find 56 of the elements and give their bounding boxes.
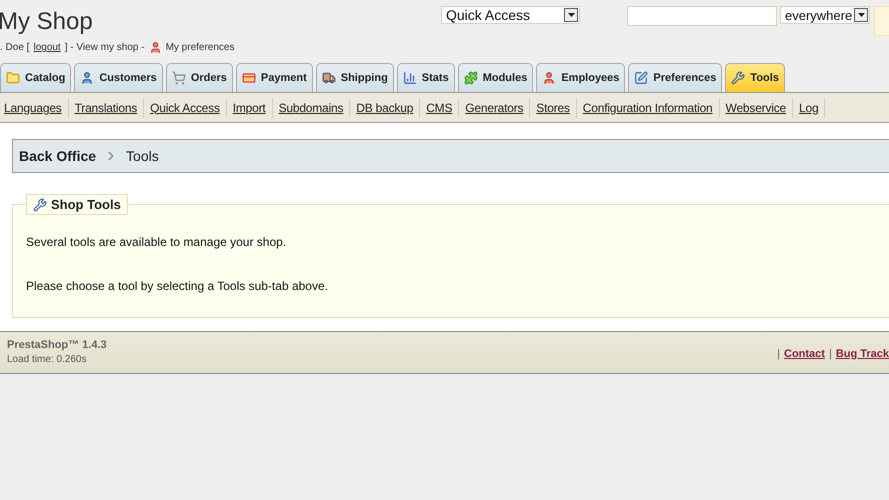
person-icon bbox=[542, 71, 556, 85]
footer-link[interactable]: Contact bbox=[784, 348, 825, 360]
subtab-link[interactable]: Configuration Information bbox=[576, 98, 720, 118]
nav-tab[interactable]: Catalog bbox=[0, 63, 72, 92]
folder-icon bbox=[6, 71, 20, 85]
subtab-link[interactable]: CMS bbox=[420, 98, 460, 118]
shop-title: My Shop bbox=[0, 8, 94, 37]
footer-link[interactable]: Bug Track bbox=[836, 348, 889, 360]
nav-tab[interactable]: Orders bbox=[166, 63, 233, 92]
quick-access-select[interactable]: Quick Access bbox=[441, 6, 580, 24]
bar-chart-icon bbox=[402, 71, 417, 85]
wrench-icon bbox=[731, 71, 746, 85]
nav-tab[interactable]: Payment bbox=[236, 63, 313, 92]
version-text: PrestaShop™ 1.4.3 bbox=[7, 339, 107, 351]
caret-icon bbox=[564, 8, 578, 22]
card-icon bbox=[242, 71, 256, 85]
subtab-link[interactable]: Stores bbox=[530, 98, 577, 118]
subtab-link[interactable]: Quick Access bbox=[144, 98, 227, 118]
search-scope-select[interactable]: everywhere bbox=[780, 6, 870, 24]
subtab-link[interactable]: Translations bbox=[68, 98, 144, 118]
subtab-link[interactable]: Webservice bbox=[720, 98, 793, 118]
caret-icon bbox=[854, 8, 868, 22]
nav-tab[interactable]: Modules bbox=[458, 63, 534, 92]
subtab-link[interactable]: Subdomains bbox=[272, 98, 350, 118]
separator: | bbox=[828, 348, 832, 360]
search-field[interactable] bbox=[627, 6, 777, 26]
nav-tab[interactable]: Employees bbox=[536, 63, 626, 92]
nav-tab[interactable]: Customers bbox=[74, 63, 163, 92]
nav-tab[interactable]: Preferences bbox=[628, 63, 722, 92]
separator: | bbox=[777, 348, 780, 360]
subtab-link[interactable]: DB backup bbox=[350, 98, 420, 118]
panel-text: Please choose a tool by selecting a Tools sub-tab above. bbox=[26, 279, 329, 293]
nav-tab[interactable]: Tools bbox=[725, 63, 785, 92]
subtab-link[interactable]: Languages bbox=[0, 98, 69, 118]
legend-text: Shop Tools bbox=[51, 197, 121, 212]
breadcrumb-current: Tools bbox=[126, 148, 159, 164]
user-text: . Doe [ bbox=[0, 42, 30, 53]
panel-text: Several tools are available to manage your shop. bbox=[26, 235, 288, 249]
person-icon bbox=[80, 71, 94, 85]
load-time-text: Load time: 0.260s bbox=[7, 354, 88, 365]
logout-link[interactable]: logout bbox=[33, 42, 61, 53]
subtab-link[interactable]: Import bbox=[226, 98, 273, 118]
wrench-icon bbox=[33, 198, 47, 212]
breadcrumb-link[interactable]: Back Office bbox=[19, 148, 96, 164]
subtab-link[interactable]: Log bbox=[793, 98, 826, 118]
puzzle-icon bbox=[464, 71, 478, 85]
subtab-link[interactable]: Generators bbox=[459, 98, 530, 118]
pencil-icon bbox=[634, 71, 648, 85]
view-shop-text: ] - View my shop - bbox=[64, 42, 145, 53]
nav-tab[interactable]: Stats bbox=[396, 63, 455, 92]
search-button[interactable] bbox=[874, 6, 889, 36]
nav-tab[interactable]: Shipping bbox=[316, 63, 394, 92]
cart-icon bbox=[172, 71, 186, 85]
preferences-link[interactable]: My preferences bbox=[166, 42, 234, 53]
truck-icon bbox=[322, 71, 336, 85]
person-icon bbox=[148, 41, 162, 54]
